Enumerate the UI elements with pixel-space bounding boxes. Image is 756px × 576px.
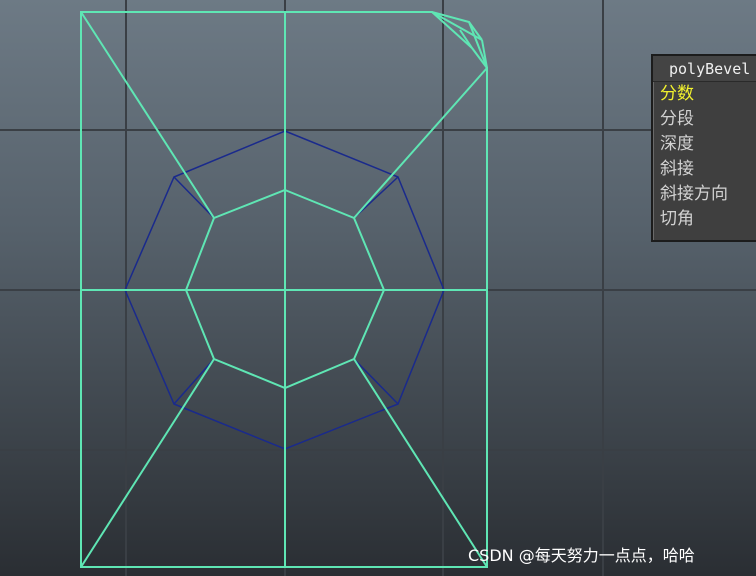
attribute-segments[interactable]: 分段 [653, 107, 756, 132]
diagonal-edge [80, 11, 215, 219]
attribute-chamfer[interactable]: 切角 [653, 207, 756, 232]
attribute-mitering[interactable]: 斜接 [653, 157, 756, 182]
spoke-edge [353, 358, 399, 405]
attribute-miter-along[interactable]: 斜接方向 [653, 182, 756, 207]
diagonal-edge [353, 358, 488, 568]
viewport-grid [0, 0, 756, 576]
diagonal-edge [80, 358, 215, 568]
mesh-cage[interactable] [80, 11, 488, 568]
channel-box: polyBevel 分数 分段 深度 斜接 斜接方向 切角 [651, 54, 756, 242]
spoke-edge [173, 358, 215, 405]
watermark: CSDN @每天努力一点点，哈哈 [468, 546, 695, 565]
viewport-3d[interactable] [0, 0, 756, 576]
diagonal-edge [353, 67, 488, 219]
attribute-list: 分数 分段 深度 斜接 斜接方向 切角 [653, 82, 756, 232]
spoke-edge [173, 176, 215, 219]
node-name[interactable]: polyBevel [653, 56, 756, 82]
attribute-depth[interactable]: 深度 [653, 132, 756, 157]
attribute-fraction[interactable]: 分数 [653, 82, 756, 107]
